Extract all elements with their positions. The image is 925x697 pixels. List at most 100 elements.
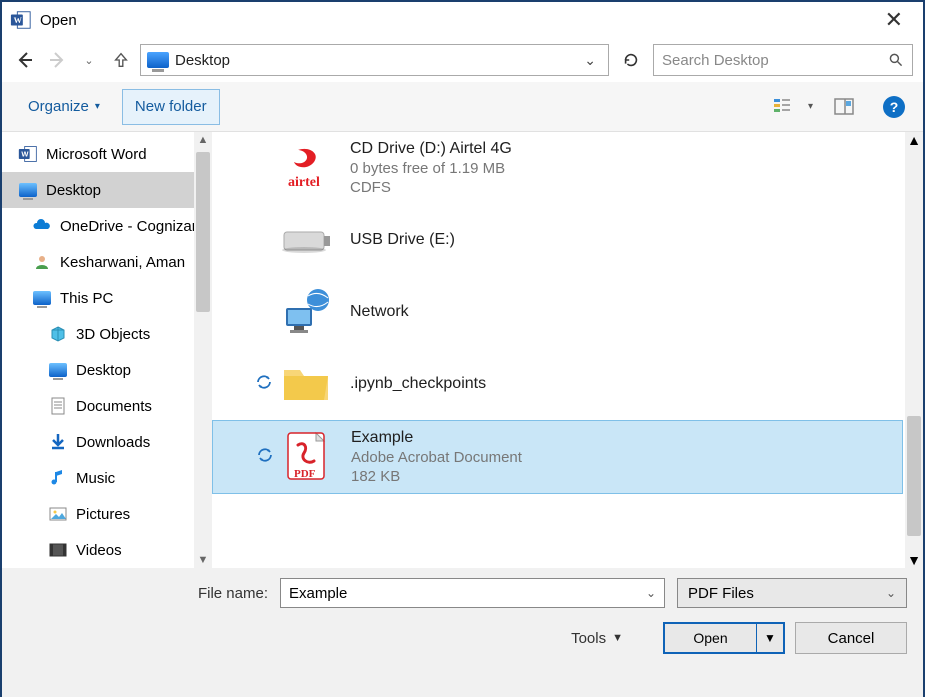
tree-item-onedrive-cognizant[interactable]: OneDrive - Cognizant <box>2 208 212 244</box>
tree-item-music[interactable]: Music <box>2 460 212 496</box>
close-button[interactable]: ✕ <box>873 7 915 33</box>
videos-icon <box>48 540 68 560</box>
view-options-button[interactable] <box>768 92 798 122</box>
tree-item-downloads[interactable]: Downloads <box>2 424 212 460</box>
sync-icon <box>253 446 277 469</box>
view-dropdown-icon[interactable]: ▾ <box>808 101 813 112</box>
tree-item-pictures[interactable]: Pictures <box>2 496 212 532</box>
file-item-example[interactable]: PDFExampleAdobe Acrobat Document182 KB <box>212 420 903 494</box>
svg-text:W: W <box>14 16 23 25</box>
tree-scrollbar[interactable]: ▲▼ <box>194 132 212 568</box>
up-button[interactable] <box>108 47 134 73</box>
tree-item-label: Documents <box>76 398 152 415</box>
filename-dropdown-icon[interactable]: ⌄ <box>646 586 656 600</box>
tree-item-label: Desktop <box>76 362 131 379</box>
file-name: USB Drive (E:) <box>350 231 455 249</box>
location-text: Desktop <box>175 52 572 69</box>
address-dropdown[interactable]: ⌄ <box>578 52 602 69</box>
3d-icon <box>48 324 68 344</box>
word-icon: W <box>18 144 38 164</box>
filename-value: Example <box>289 585 347 602</box>
tree-item-desktop[interactable]: Desktop <box>2 352 212 388</box>
tree-item-documents[interactable]: Documents <box>2 388 212 424</box>
music-icon <box>48 468 68 488</box>
window-title: Open <box>40 12 77 29</box>
onedrive-icon <box>32 216 52 236</box>
open-button-dropdown[interactable]: ▼ <box>757 624 783 652</box>
footer: File name: Example ⌄ PDF Files ⌄ Tools▼ … <box>2 568 923 697</box>
tree-item-label: Microsoft Word <box>46 146 147 163</box>
file-name: Example <box>351 429 522 447</box>
toolbar: Organize New folder ▾ ? <box>2 82 923 132</box>
network-icon <box>276 284 336 340</box>
svg-text:PDF: PDF <box>294 468 316 480</box>
tree-item-3d-objects[interactable]: 3D Objects <box>2 316 212 352</box>
file-item-usb-drive-e-[interactable]: USB Drive (E:) <box>212 204 903 276</box>
download-icon <box>48 432 68 452</box>
tree-item-this-pc[interactable]: This PC <box>2 280 212 316</box>
usb-icon <box>276 212 336 268</box>
file-item--ipynb-checkpoints[interactable]: .ipynb_checkpoints <box>212 348 903 420</box>
address-bar[interactable]: Desktop ⌄ <box>140 44 609 76</box>
tree-item-kesharwani-aman[interactable]: Kesharwani, Aman <box>2 244 212 280</box>
tree-item-label: Music <box>76 470 115 487</box>
tree-item-microsoft-word[interactable]: W Microsoft Word <box>2 136 212 172</box>
file-name: Network <box>350 303 409 321</box>
file-type-filter-text: PDF Files <box>688 585 754 602</box>
file-item-network[interactable]: Network <box>212 276 903 348</box>
tree-item-label: 3D Objects <box>76 326 150 343</box>
pictures-icon <box>48 504 68 524</box>
file-type-dropdown-icon[interactable]: ⌄ <box>886 586 896 600</box>
file-type-filter[interactable]: PDF Files ⌄ <box>677 578 907 608</box>
organize-button[interactable]: Organize <box>16 89 112 125</box>
search-icon <box>888 52 904 68</box>
file-item-cd-drive-d-airtel-4g[interactable]: airtelCD Drive (D:) Airtel 4G0 bytes fre… <box>212 132 903 204</box>
file-name: .ipynb_checkpoints <box>350 375 486 393</box>
svg-text:airtel: airtel <box>288 175 320 190</box>
pdf-icon: PDF <box>277 429 337 485</box>
content-scrollbar[interactable]: ▲ ▼ <box>905 132 923 568</box>
tree-item-desktop[interactable]: Desktop <box>2 172 212 208</box>
doc-icon <box>48 396 68 416</box>
help-button[interactable]: ? <box>879 92 909 122</box>
monitor-icon <box>48 360 68 380</box>
new-folder-button[interactable]: New folder <box>122 89 220 125</box>
recent-dropdown[interactable]: ⌄ <box>76 47 102 73</box>
word-icon: W <box>10 9 32 31</box>
file-subtext: 182 KB <box>351 468 522 485</box>
open-button-main[interactable]: Open <box>665 624 757 652</box>
file-subtext: 0 bytes free of 1.19 MB <box>350 160 512 177</box>
refresh-button[interactable] <box>615 44 647 76</box>
desktop-icon <box>147 52 169 68</box>
sync-icon <box>252 373 276 396</box>
file-list: airtelCD Drive (D:) Airtel 4G0 bytes fre… <box>212 132 923 568</box>
tree-item-label: Kesharwani, Aman <box>60 254 185 271</box>
filename-label: File name: <box>18 585 268 602</box>
preview-pane-button[interactable] <box>829 92 859 122</box>
airtel-icon: airtel <box>276 140 336 196</box>
title-bar: W Open ✕ <box>2 2 923 38</box>
open-button[interactable]: Open ▼ <box>663 622 785 654</box>
nav-bar: ⌄ Desktop ⌄ Search Desktop <box>2 38 923 82</box>
search-placeholder: Search Desktop <box>662 52 888 69</box>
search-input[interactable]: Search Desktop <box>653 44 913 76</box>
tree-item-videos[interactable]: Videos <box>2 532 212 568</box>
tools-button[interactable]: Tools▼ <box>571 630 623 647</box>
back-button[interactable] <box>12 47 38 73</box>
file-subtext: CDFS <box>350 179 512 196</box>
monitor-icon <box>18 180 38 200</box>
cancel-button[interactable]: Cancel <box>795 622 907 654</box>
svg-text:W: W <box>21 150 29 159</box>
folder-icon <box>276 356 336 412</box>
tree-item-label: This PC <box>60 290 113 307</box>
user-icon <box>32 252 52 272</box>
tree-item-label: Downloads <box>76 434 150 451</box>
tree-item-label: OneDrive - Cognizant <box>60 218 204 235</box>
monitor-icon <box>32 288 52 308</box>
forward-button[interactable] <box>44 47 70 73</box>
filename-input[interactable]: Example ⌄ <box>280 578 665 608</box>
tree-item-label: Videos <box>76 542 122 559</box>
tree-item-label: Desktop <box>46 182 101 199</box>
nav-tree: W Microsoft Word Desktop OneDrive - Cogniza… <box>2 132 212 568</box>
tree-item-label: Pictures <box>76 506 130 523</box>
